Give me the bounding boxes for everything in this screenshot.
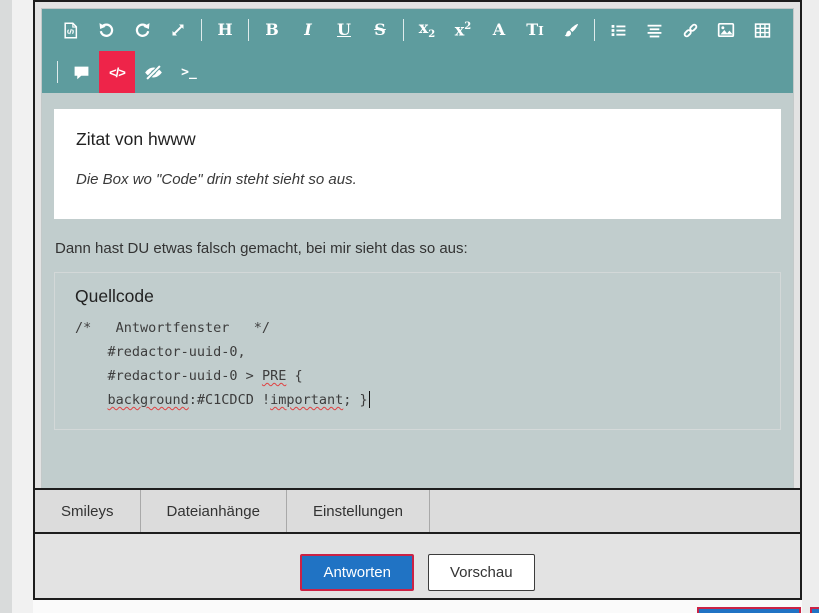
maximize-icon: [170, 22, 186, 38]
font-size-button[interactable]: TI: [517, 9, 553, 51]
editor-toolbar: H B I U Sx2 x2 A TI </> >_: [42, 9, 793, 93]
superscript-button[interactable]: x2: [445, 9, 481, 51]
tab-label: Einstellungen: [312, 502, 404, 520]
image-button[interactable]: [708, 9, 744, 51]
quote-icon: [73, 64, 90, 81]
bold-button[interactable]: B: [254, 9, 290, 51]
code-box: Quellcode /* Antwortfenster */ #redactor…: [54, 272, 781, 430]
italic-icon: I: [304, 20, 312, 39]
quote-button[interactable]: [63, 51, 99, 93]
tab-smileys[interactable]: Smileys: [35, 490, 141, 532]
table-button[interactable]: [744, 9, 780, 51]
font-color-button[interactable]: A: [481, 9, 517, 51]
code-icon: </>: [109, 64, 126, 80]
toolbar-row-1: H B I U Sx2 x2 A TI: [42, 9, 793, 51]
reply-form-container: H B I U Sx2 x2 A TI </> >_ Zitat von hwww Die Bo…: [33, 0, 802, 600]
quote-title: Zitat von hwww: [76, 129, 196, 149]
italic-button[interactable]: I: [290, 9, 326, 51]
table-icon: [754, 22, 771, 39]
cutoff-submit-button-2[interactable]: [810, 607, 819, 613]
font-color-icon: A: [492, 20, 506, 39]
code-button[interactable]: </>: [99, 51, 135, 93]
heading-button[interactable]: H: [207, 9, 243, 51]
source-code-button[interactable]: [52, 9, 88, 51]
alignment-icon: [646, 22, 663, 39]
preview-button[interactable]: Vorschau: [428, 554, 535, 591]
toolbar-row-2: </> >_: [42, 51, 793, 93]
terminal-icon: >_: [181, 64, 197, 80]
undo-icon: [98, 22, 115, 39]
redo-icon: [134, 22, 151, 39]
brush-icon: [563, 22, 580, 39]
code-content: /* Antwortfenster */ #redactor-uuid-0, #…: [75, 316, 760, 412]
tab-dateianhaenge[interactable]: Dateianhänge: [141, 490, 287, 532]
unordered-list-button[interactable]: [600, 9, 636, 51]
maximize-button[interactable]: [160, 9, 196, 51]
unordered-list-icon: [610, 22, 627, 39]
tab-label: Dateianhänge: [166, 502, 260, 520]
quote-body: Die Box wo "Code" drin steht sieht so au…: [76, 171, 357, 188]
message-paragraph: Dann hast DU etwas falsch gemacht, bei m…: [55, 240, 468, 257]
page-left-strip: [0, 0, 12, 613]
code-box-title: Quellcode: [75, 286, 154, 306]
strikethrough-button[interactable]: S: [362, 9, 398, 51]
brush-button[interactable]: [553, 9, 589, 51]
superscript-icon: x2: [454, 20, 472, 40]
terminal-button[interactable]: >_: [171, 51, 207, 93]
undo-button[interactable]: [88, 9, 124, 51]
page-right-gutter: [802, 0, 819, 613]
underline-icon: U: [337, 20, 351, 39]
subscript-icon: x2: [418, 17, 436, 41]
source-code-icon: [62, 22, 79, 39]
spoiler-button[interactable]: [135, 51, 171, 93]
redo-button[interactable]: [124, 9, 160, 51]
code-line: /* Antwortfenster */: [75, 320, 271, 336]
toolbar-separator: [57, 61, 58, 83]
tab-einstellungen[interactable]: Einstellungen: [287, 490, 431, 532]
alignment-button[interactable]: [636, 9, 672, 51]
submit-button[interactable]: Antworten: [300, 554, 414, 591]
page: H B I U Sx2 x2 A TI </> >_ Zitat von hwww Die Bo…: [0, 0, 819, 613]
cutoff-submit-button[interactable]: [697, 607, 801, 613]
quote-box: Zitat von hwww Die Box wo "Code" drin st…: [54, 109, 781, 219]
link-button[interactable]: [672, 9, 708, 51]
font-size-icon: TI: [526, 20, 544, 39]
message-editor: H B I U Sx2 x2 A TI </> >_ Zitat von hwww Die Bo…: [41, 8, 794, 490]
editor-tab-bar: Smileys Dateianhänge Einstellungen: [35, 488, 800, 534]
spoiler-icon: [144, 63, 163, 82]
link-icon: [682, 22, 699, 39]
subscript-button[interactable]: x2: [409, 9, 445, 51]
text-caret: [368, 391, 371, 408]
tab-label: Smileys: [61, 502, 114, 520]
page-left-gutter: [12, 0, 33, 613]
code-line: #redactor-uuid-0 > PRE {: [75, 368, 303, 384]
image-icon: [717, 21, 735, 39]
code-line: background:#C1CDCD !important; }: [75, 388, 760, 412]
editor-content-area[interactable]: Zitat von hwww Die Box wo "Code" drin st…: [42, 93, 793, 489]
toolbar-separator: [248, 19, 249, 41]
toolbar-separator: [403, 19, 404, 41]
toolbar-separator: [201, 19, 202, 41]
bold-icon: B: [265, 20, 279, 39]
code-line: #redactor-uuid-0,: [75, 344, 246, 360]
toolbar-separator: [594, 19, 595, 41]
heading-icon: H: [217, 20, 233, 39]
strikethrough-icon: S: [374, 20, 386, 39]
form-footer: Antworten Vorschau: [35, 534, 800, 598]
underline-button[interactable]: U: [326, 9, 362, 51]
